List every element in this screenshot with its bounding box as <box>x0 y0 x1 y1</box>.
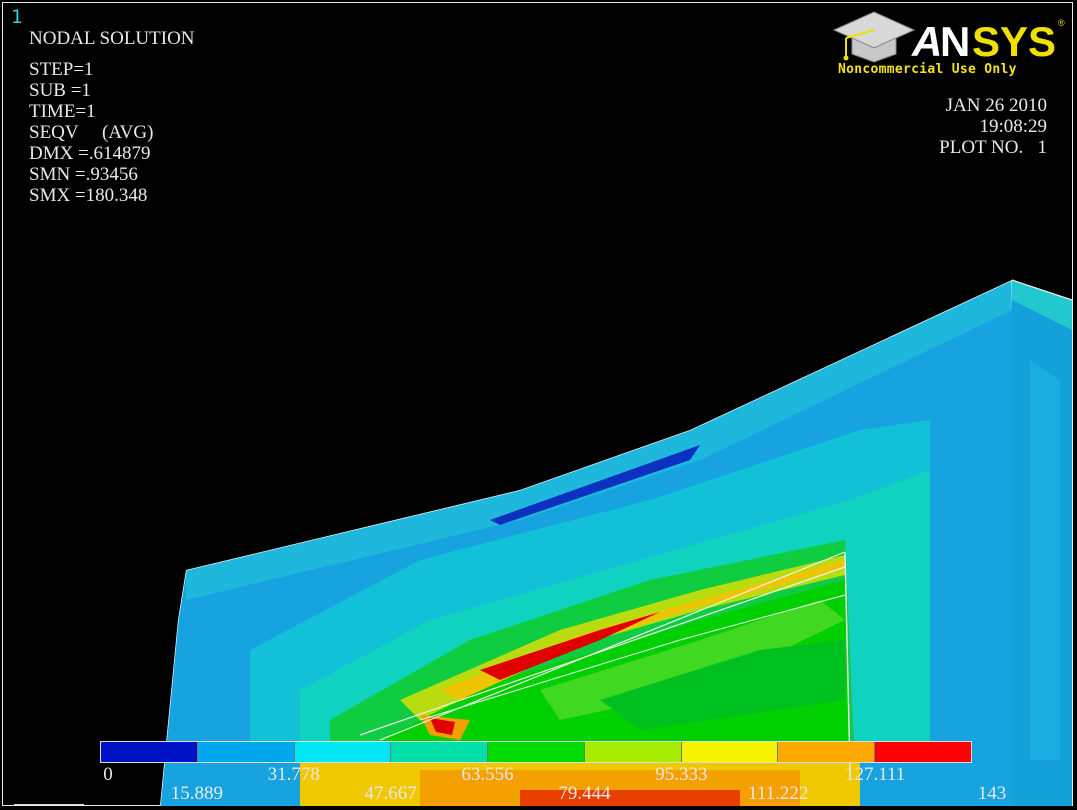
legend-swatch-7 <box>681 742 779 762</box>
graphics-window[interactable]: 1 NODAL SOLUTION STEP=1 SUB =1 TIME=1 SE… <box>0 0 1077 810</box>
model-front-face <box>160 280 1012 806</box>
logo-brand-n: N <box>940 18 970 65</box>
solution-title: NODAL SOLUTION <box>29 28 195 49</box>
solution-info: NODAL SOLUTION STEP=1 SUB =1 TIME=1 SEQV… <box>29 28 195 206</box>
legend-swatch-9 <box>875 742 972 762</box>
legend-swatch-2 <box>197 742 295 762</box>
legend-swatch-1 <box>101 742 198 762</box>
plot-date: JAN 26 2010 <box>945 95 1047 116</box>
plot-stamp: JAN 26 2010 19:08:29 PLOT NO. 1 <box>939 95 1047 158</box>
smx-value: SMX =180.348 <box>29 185 148 206</box>
legend-label-lower: 111.222 <box>748 783 809 804</box>
legend-swatch-5 <box>488 742 585 762</box>
legend-label-upper: 127.111 <box>844 764 906 785</box>
legend-label-upper: 63.556 <box>461 764 514 785</box>
legend-swatch-8 <box>778 742 876 762</box>
sub-value: SUB =1 <box>29 80 91 101</box>
plot-number: PLOT NO. 1 <box>939 137 1047 158</box>
legend-label-upper: 31.778 <box>267 764 320 785</box>
noncommercial-notice: Noncommercial Use Only <box>838 62 1017 77</box>
quantity-label: SEQV (AVG) <box>29 122 154 143</box>
legend-swatch-3 <box>294 742 392 762</box>
legend-swatch-4 <box>391 742 489 762</box>
legend-label-lower: 47.667 <box>364 783 417 804</box>
legend-label-lower: 143 <box>977 783 1007 804</box>
step-value: STEP=1 <box>29 59 94 80</box>
logo-brand-a: A <box>911 18 942 65</box>
bottom-divider <box>14 804 84 805</box>
legend-label-lower: 79.444 <box>558 783 611 804</box>
contour-legend-bar <box>100 741 972 763</box>
graduation-cap-icon <box>832 11 916 63</box>
smn-value: SMN =.93456 <box>29 164 138 185</box>
dmx-value: DMX =.614879 <box>29 143 151 164</box>
legend-label-upper: 0 <box>103 764 113 785</box>
time-value: TIME=1 <box>29 101 96 122</box>
legend-swatch-6 <box>584 742 682 762</box>
legend-label-lower: 15.889 <box>170 783 223 804</box>
svg-text:®: ® <box>1058 18 1065 28</box>
plot-time: 19:08:29 <box>979 116 1047 137</box>
legend-label-upper: 95.333 <box>655 764 708 785</box>
logo-brand-sys: SYS <box>972 18 1056 65</box>
window-number: 1 <box>11 6 23 28</box>
